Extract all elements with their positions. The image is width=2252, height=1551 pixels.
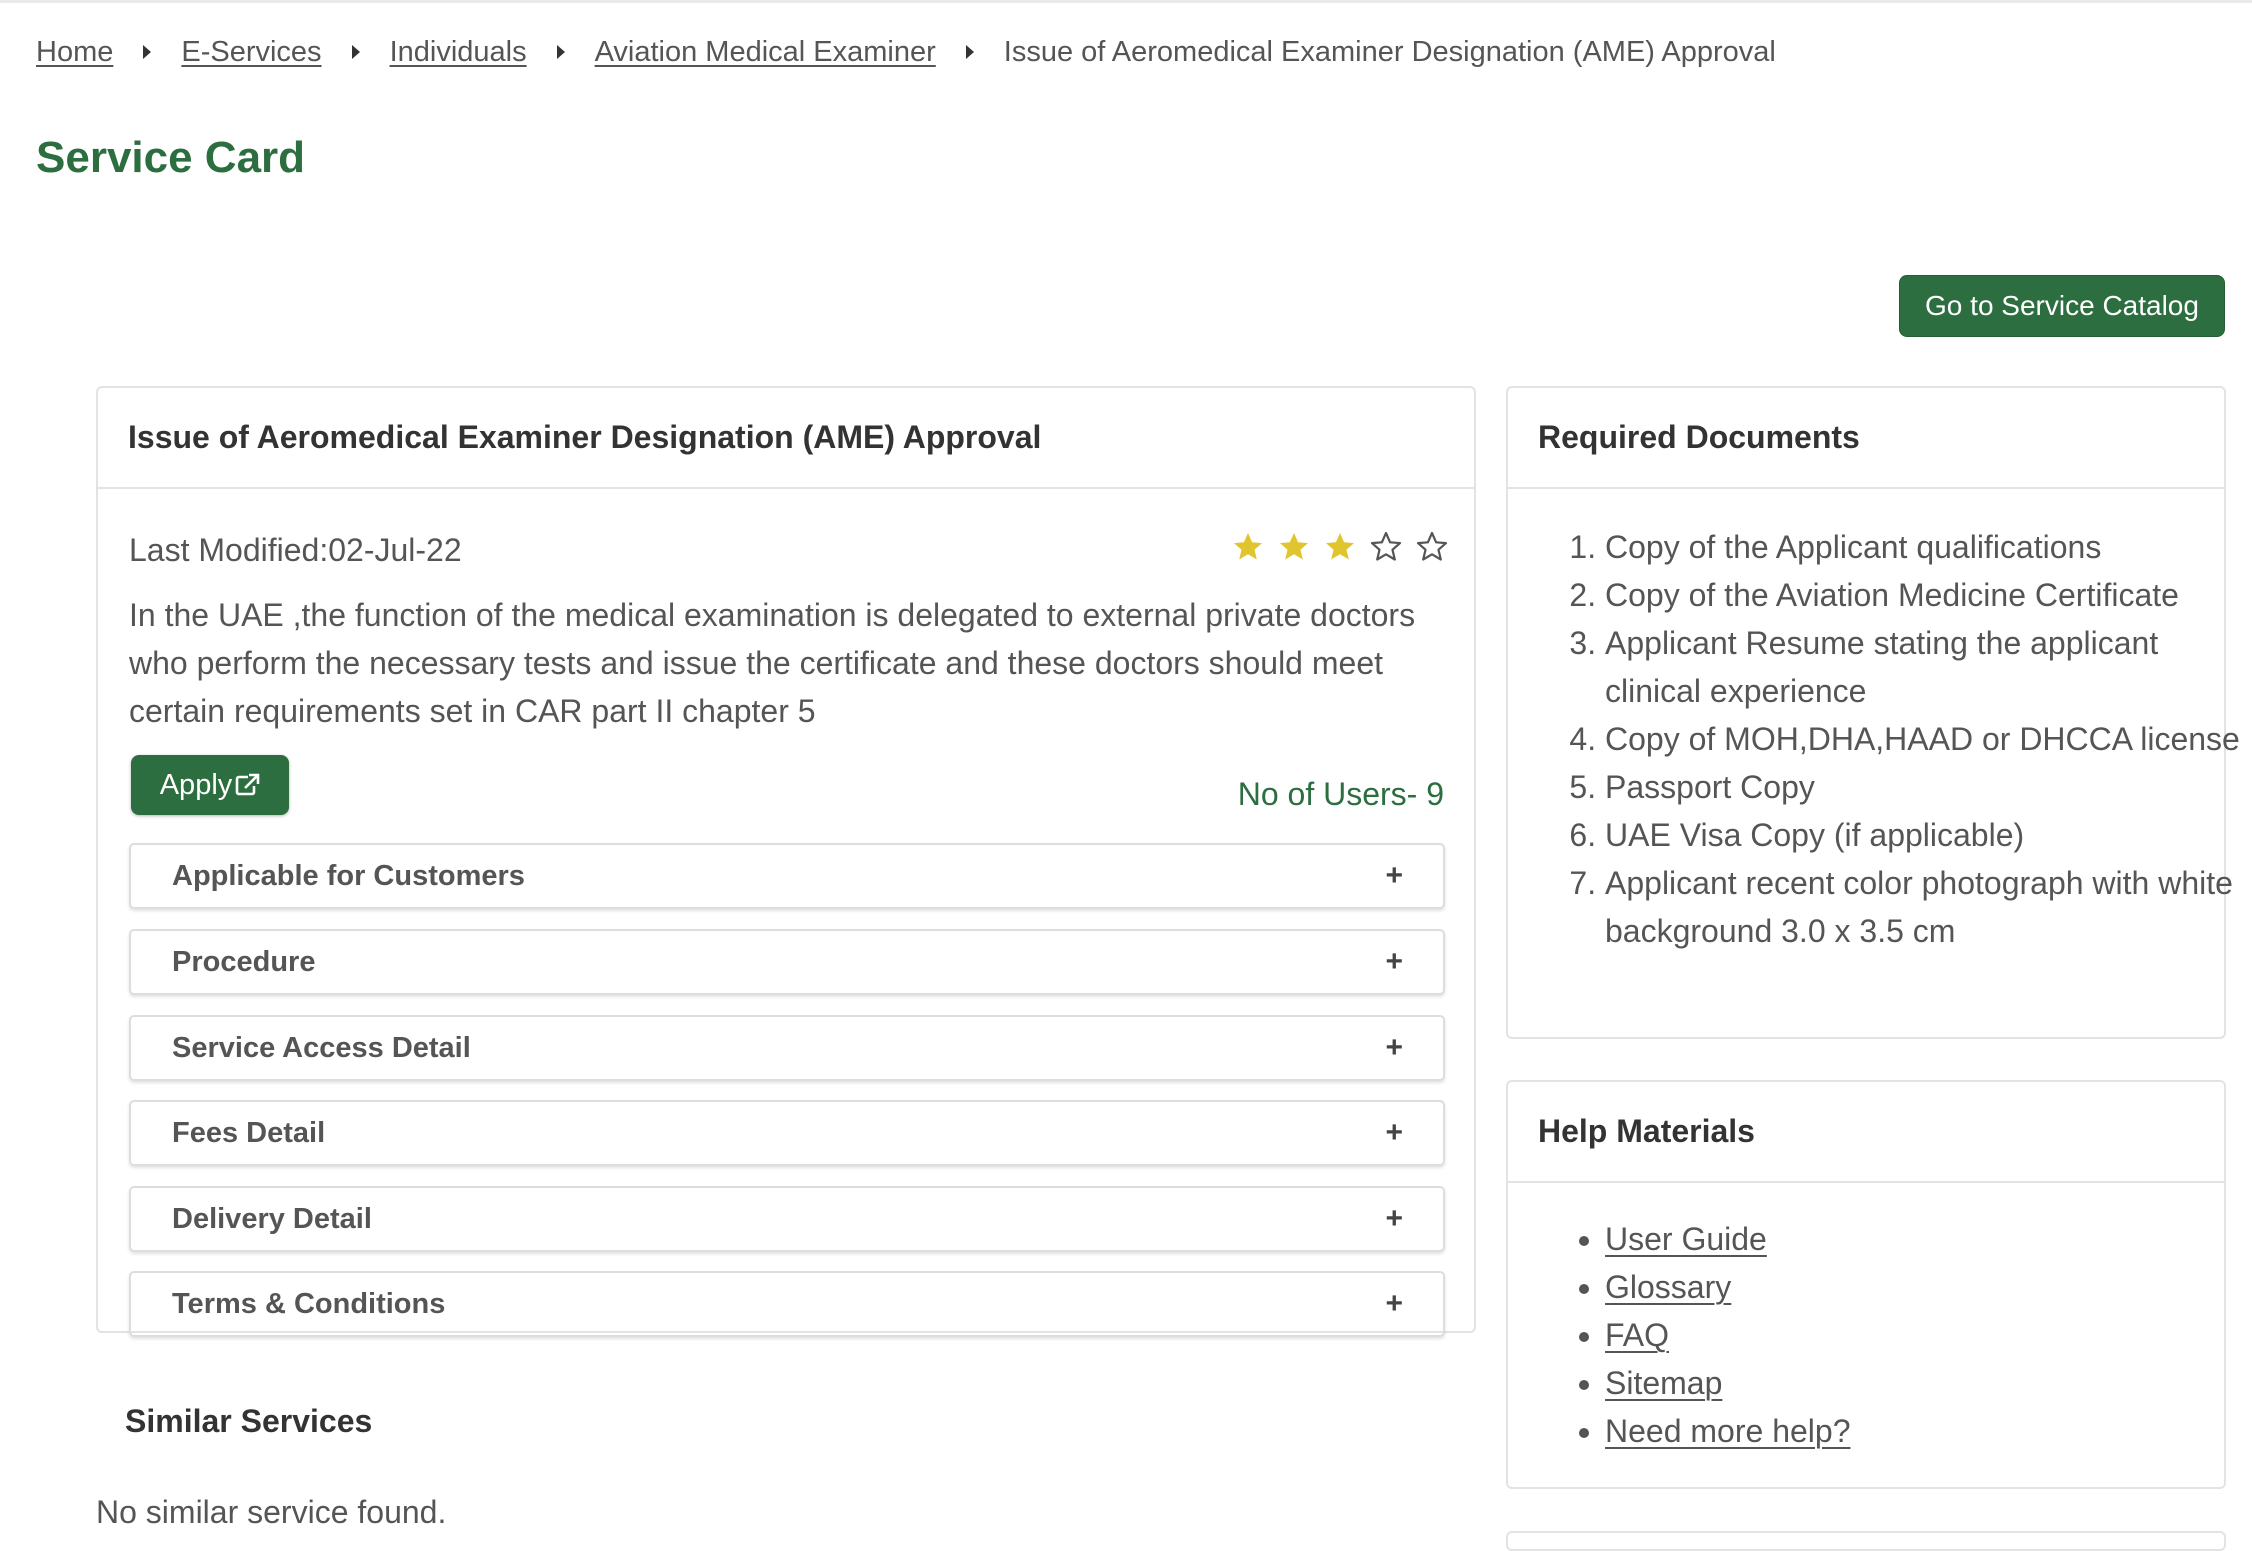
caret-right-icon: [351, 45, 360, 59]
accordion-label: Applicable for Customers: [172, 859, 525, 892]
document-item: Applicant Resume stating the applicant c…: [1605, 619, 2245, 715]
breadcrumb: Home E-Services Individuals Aviation Med…: [36, 30, 1776, 74]
accordion-service-access-detail[interactable]: Service Access Detail +: [129, 1015, 1445, 1081]
required-documents-panel: Required Documents Copy of the Applicant…: [1506, 386, 2240, 1039]
service-title: Issue of Aeromedical Examiner Designatio…: [98, 388, 1474, 489]
service-card-panel: Issue of Aeromedical Examiner Designatio…: [96, 386, 1476, 1337]
required-documents-title: Required Documents: [1508, 388, 2224, 489]
apply-label: Apply: [159, 768, 233, 801]
breadcrumb-current: Issue of Aeromedical Examiner Designatio…: [1003, 36, 1776, 68]
document-item: Copy of the Applicant qualifications: [1605, 523, 2245, 571]
star-filled-icon[interactable]: [1225, 524, 1271, 570]
accordion-label: Procedure: [172, 945, 316, 978]
plus-icon: +: [1385, 1287, 1403, 1320]
external-link-icon: [235, 773, 260, 796]
sitemap-link[interactable]: Sitemap: [1605, 1365, 1722, 1401]
page-title: Service Card: [36, 133, 306, 182]
help-materials-panel: Help Materials User Guide Glossary FAQ S…: [1506, 1080, 2226, 1489]
user-guide-link[interactable]: User Guide: [1605, 1221, 1767, 1257]
document-item: UAE Visa Copy (if applicable): [1605, 811, 2245, 859]
accordion-label: Delivery Detail: [172, 1202, 372, 1235]
caret-right-icon: [965, 45, 974, 59]
star-filled-icon[interactable]: [1271, 524, 1317, 570]
accordion-label: Service Access Detail: [172, 1031, 471, 1064]
next-panel-edge: [1506, 1531, 2226, 1551]
go-to-service-catalog-button[interactable]: Go to Service Catalog: [1899, 275, 2225, 337]
service-description: In the UAE ,the function of the medical …: [129, 597, 1416, 729]
help-materials-list: User Guide Glossary FAQ Sitemap Need mor…: [1557, 1215, 1850, 1455]
accordion-label: Fees Detail: [172, 1116, 326, 1149]
caret-right-icon: [556, 45, 565, 59]
last-modified: Last Modified:02-Jul-22: [129, 532, 462, 568]
accordion-fees-detail[interactable]: Fees Detail +: [129, 1100, 1445, 1166]
apply-button[interactable]: Apply: [131, 755, 289, 815]
document-item: Passport Copy: [1605, 763, 2245, 811]
help-item: Glossary: [1605, 1263, 1850, 1311]
star-filled-icon[interactable]: [1317, 524, 1363, 570]
help-item: Need more help?: [1605, 1407, 1850, 1455]
plus-icon: +: [1385, 945, 1403, 978]
similar-services-empty: No similar service found.: [96, 1494, 447, 1530]
star-outline-icon[interactable]: [1409, 524, 1455, 570]
plus-icon: +: [1385, 1031, 1403, 1064]
star-outline-icon[interactable]: [1363, 524, 1409, 570]
breadcrumb-individuals-link[interactable]: Individuals: [390, 30, 527, 74]
plus-icon: +: [1385, 1202, 1403, 1235]
help-materials-title: Help Materials: [1508, 1082, 2224, 1183]
plus-icon: +: [1385, 859, 1403, 892]
top-divider: [0, 0, 2252, 3]
breadcrumb-e-services-link[interactable]: E-Services: [181, 30, 321, 74]
help-item: User Guide: [1605, 1215, 1850, 1263]
breadcrumb-home-link[interactable]: Home: [36, 30, 113, 74]
document-item: Copy of MOH,DHA,HAAD or DHCCA license: [1605, 715, 2245, 763]
accordion-applicable-for-customers[interactable]: Applicable for Customers +: [129, 843, 1445, 909]
glossary-link[interactable]: Glossary: [1605, 1269, 1731, 1305]
help-item: Sitemap: [1605, 1359, 1850, 1407]
accordion-procedure[interactable]: Procedure +: [129, 929, 1445, 995]
similar-services-title: Similar Services: [125, 1403, 373, 1439]
plus-icon: +: [1385, 1116, 1403, 1149]
users-count: No of Users- 9: [1237, 776, 1444, 812]
need-more-help-link[interactable]: Need more help?: [1605, 1413, 1850, 1449]
accordion-delivery-detail[interactable]: Delivery Detail +: [129, 1186, 1445, 1252]
required-documents-list: Copy of the Applicant qualifications Cop…: [1557, 523, 2245, 955]
help-item: FAQ: [1605, 1311, 1850, 1359]
document-item: Copy of the Aviation Medicine Certificat…: [1605, 571, 2245, 619]
faq-link[interactable]: FAQ: [1605, 1317, 1669, 1353]
breadcrumb-aviation-medical-examiner-link[interactable]: Aviation Medical Examiner: [595, 30, 936, 74]
caret-right-icon: [143, 45, 152, 59]
document-item: Applicant recent color photograph with w…: [1605, 859, 2245, 955]
accordion-terms-and-conditions[interactable]: Terms & Conditions +: [129, 1271, 1445, 1337]
accordion-label: Terms & Conditions: [172, 1287, 446, 1320]
rating-stars[interactable]: [1225, 524, 1455, 570]
